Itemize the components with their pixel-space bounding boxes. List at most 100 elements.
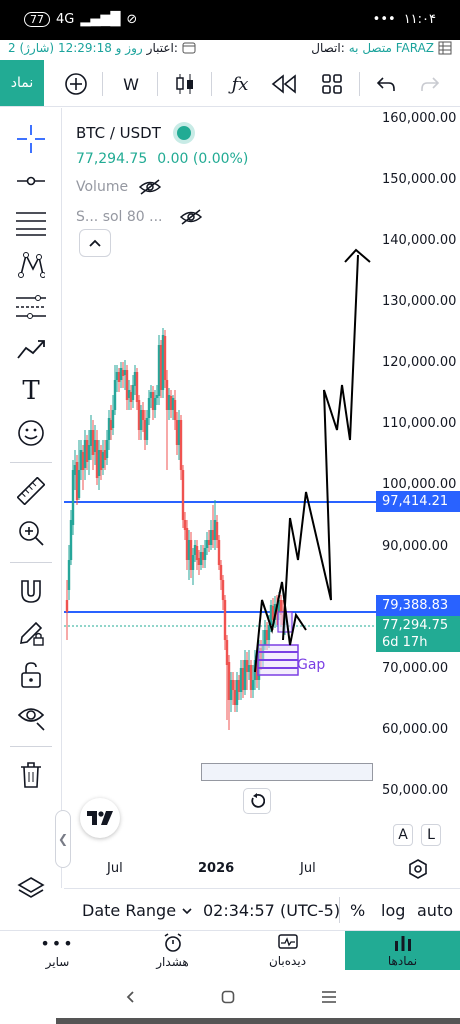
recents-icon[interactable] (321, 990, 337, 1004)
chart-settings-icon[interactable] (408, 859, 428, 883)
horizontal-line-icon[interactable] (14, 164, 48, 198)
tab-watchlist[interactable]: دیده‌بان (230, 931, 345, 971)
auto-scale-button[interactable]: A (393, 824, 413, 846)
tradingview-logo[interactable] (80, 798, 120, 838)
connection-bar: اتصال: متصل به FARAZ 2 روز و 12:29:18 (ش… (0, 40, 460, 58)
visibility-icon[interactable] (14, 700, 48, 734)
tab-alerts[interactable]: هشدار (115, 931, 230, 971)
tv-logo-icon (87, 811, 113, 825)
candle-body (173, 400, 177, 420)
candle-body (221, 580, 225, 600)
chevron-up-icon (89, 239, 101, 247)
candle-body (105, 440, 109, 458)
magnet-icon[interactable] (14, 574, 48, 608)
candle-body (203, 548, 207, 560)
redo-icon[interactable] (414, 68, 446, 100)
more-dots: ••• (372, 12, 396, 27)
fib-icon[interactable] (14, 206, 48, 240)
candle-body (215, 522, 219, 540)
unlock-icon[interactable] (14, 658, 48, 692)
text-tool-icon[interactable]: T (14, 374, 48, 408)
tab-symbols-label: نمادها (387, 954, 418, 968)
chevron-down-icon (182, 907, 192, 914)
link-icon: ⊘ (126, 12, 138, 27)
candle-body (131, 385, 135, 400)
more-icon: ••• (40, 933, 75, 953)
app-screen: 77 4G ▂▄▆█ ⊘ ••• ۱۱:۰۴ اتصال: متصل به FA… (0, 0, 460, 1024)
indicators-icon[interactable]: ƒx (224, 68, 256, 100)
price-axis-label: 130,000.00 (382, 294, 457, 309)
eye-off-icon[interactable] (179, 208, 203, 226)
candle-body (267, 625, 271, 640)
home-icon[interactable] (221, 990, 235, 1004)
crosshair-icon[interactable] (14, 122, 48, 156)
gap-annotation[interactable]: Gap (297, 657, 325, 673)
market-open-icon (176, 126, 191, 140)
percent-toggle[interactable]: % (350, 901, 365, 920)
battery-badge: 77 (24, 12, 50, 27)
lock-drawing-icon[interactable] (14, 616, 48, 650)
zoom-in-icon[interactable] (14, 516, 48, 550)
layers-icon[interactable] (14, 872, 48, 906)
tab-symbols[interactable]: نمادها (345, 931, 460, 971)
price-axis-label: 60,000.00 (382, 722, 449, 737)
replay-icon[interactable] (268, 68, 300, 100)
price-axis-label: 100,000.00 (382, 477, 457, 492)
network-label: 4G (56, 12, 75, 27)
signal-icon: ▂▄▆█ (80, 12, 121, 27)
date-range-button[interactable]: Date Range (82, 901, 192, 920)
pattern-icon[interactable] (14, 248, 48, 282)
card-icon (182, 42, 196, 54)
symbol-button[interactable]: نماد (0, 60, 44, 106)
timezone-clock[interactable]: 02:34:57 (UTC-5) (203, 901, 340, 920)
range-scroll-box[interactable] (201, 763, 373, 781)
candle-body (111, 410, 115, 428)
back-icon[interactable] (124, 990, 138, 1004)
log-scale-button[interactable]: L (421, 824, 441, 846)
tab-other-label: سایر (45, 954, 70, 969)
top-toolbar: نماد W ƒx (0, 60, 460, 107)
date-range-label: Date Range (82, 901, 177, 920)
ruler-icon[interactable] (14, 474, 48, 508)
forecast-icon[interactable] (14, 290, 48, 324)
candle-body (113, 380, 117, 410)
candle-body (87, 445, 91, 460)
reset-chart-button[interactable] (243, 788, 271, 814)
candle-body (77, 470, 81, 498)
credit-value: 2 روز و 12:29:18 (شارژ) (8, 41, 143, 55)
time-label-jul-1: Jul (107, 861, 123, 876)
trash-icon[interactable] (14, 758, 48, 792)
candles-icon[interactable] (169, 68, 201, 100)
tab-other[interactable]: ••• سایر (0, 931, 115, 971)
price-axis-label: 50,000.00 (382, 783, 449, 798)
candle-body (135, 372, 139, 402)
candle-body (251, 680, 255, 690)
study-label[interactable]: S... sol 80 ... (76, 209, 163, 225)
price-axis-label: 70,000.00 (382, 661, 449, 676)
eye-off-icon[interactable] (138, 178, 162, 196)
price-axis-label: 160,000.00 (382, 111, 457, 126)
emoji-icon[interactable] (14, 416, 48, 450)
collapse-legend-button[interactable] (79, 229, 111, 257)
gesture-bar (56, 1018, 460, 1024)
interval-button[interactable]: W (115, 68, 147, 100)
candle-body (163, 336, 167, 380)
price-axis-label: 110,000.00 (382, 416, 457, 431)
candle-body (195, 546, 199, 560)
price-change: 0.00 (0.00%) (157, 151, 249, 167)
time-label-jul-2: Jul (300, 861, 316, 876)
chart-bottom-bar: Date Range 02:34:57 (UTC-5) % log auto (64, 888, 460, 930)
log-toggle[interactable]: log (381, 901, 405, 920)
layout-icon[interactable] (316, 68, 348, 100)
brush-icon[interactable] (14, 332, 48, 366)
auto-toggle[interactable]: auto (417, 901, 453, 920)
symbol-pair[interactable]: BTC / USDT (76, 124, 161, 142)
bar-chart-icon (394, 936, 411, 951)
level-tag-upper: 97,414.21 (376, 491, 460, 512)
drawing-path-forecast (282, 254, 359, 641)
undo-icon[interactable] (370, 68, 402, 100)
price-axis-label: 90,000.00 (382, 539, 449, 554)
conn-label: اتصال: (311, 41, 345, 55)
add-symbol-icon[interactable] (60, 68, 92, 100)
volume-study[interactable]: Volume (76, 179, 128, 195)
